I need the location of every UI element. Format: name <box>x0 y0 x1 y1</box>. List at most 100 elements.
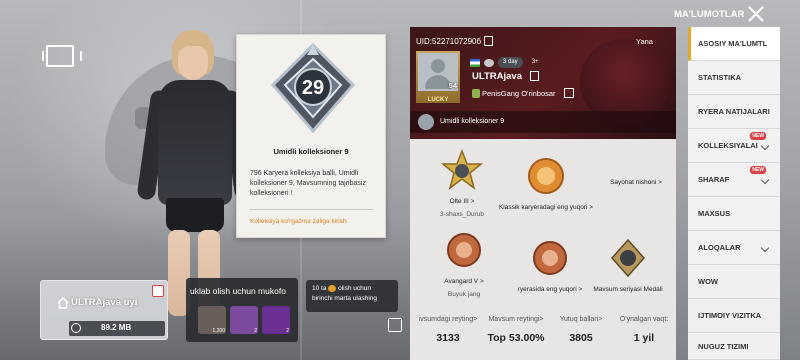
character-shorts <box>166 198 224 232</box>
copy-icon[interactable] <box>484 36 493 46</box>
days-badge: 3 day <box>498 57 523 68</box>
stat-value: 3133 <box>436 332 460 344</box>
chevron-down-icon <box>760 141 770 151</box>
badge-label: Sayohat nishoni > <box>610 179 662 186</box>
edit-icon[interactable] <box>564 88 574 98</box>
page-title: MA'LUMOTLAR <box>674 9 745 20</box>
stat-value: 3805 <box>569 332 593 344</box>
profile-banner: UID:5227107290б Yana 54 LUCKY 3 day 3+ U… <box>410 27 676 139</box>
first-share-text: 10 ta <box>312 285 327 292</box>
stat-label: Yutuq ballari> <box>559 316 603 323</box>
coin-icon <box>328 284 337 292</box>
player-level: 54 <box>448 81 457 90</box>
reward-item-heart[interactable]: 2 <box>262 306 290 334</box>
badge-journey[interactable]: Sayohat nishoni > <box>586 177 686 186</box>
share-icon[interactable] <box>388 318 402 332</box>
sidebar-item-honor[interactable]: SHARAF NEW <box>688 163 780 197</box>
badge-sublabel: Buyuk jang <box>447 291 481 298</box>
badge-season-medal[interactable]: Mavsum seriyasi Medali <box>578 237 678 293</box>
crew-icon <box>472 89 480 98</box>
badge-label: Avangard V > <box>444 278 484 285</box>
badge-label: Klassik karyeradagi eng yuqori > <box>498 204 594 211</box>
orange-emblem-icon <box>528 158 564 194</box>
chevron-down-icon <box>760 175 770 185</box>
stats-row: ivsumdagi reyting> 3133 Mavsum reytingi>… <box>410 314 676 360</box>
sidebar-item-collections[interactable]: KOLLEKSIYALAI NEW <box>688 129 780 163</box>
stat-playtime: O'ynalgan vaqt: 1 yil <box>614 316 674 344</box>
helmet-icon <box>484 58 494 67</box>
character-face <box>178 46 208 80</box>
stat-label: Mavsum reytingi> <box>488 316 544 323</box>
player-character <box>136 30 254 320</box>
medal-level: 29 <box>302 77 324 99</box>
collection-strip[interactable]: Umidli kolleksioner 9 <box>410 111 676 133</box>
first-share-text: birinchi marta ulashing <box>312 295 378 302</box>
bronze-emblem-icon <box>533 241 567 275</box>
crew-name[interactable]: PenisGang O'rinbosar <box>482 89 556 98</box>
sidebar-item-social-card[interactable]: IJTIMOIY VIZITKA <box>688 299 780 333</box>
close-icon[interactable] <box>747 5 765 23</box>
more-dropdown[interactable]: Yana <box>636 37 653 46</box>
sidebar-item-label: RYERA NATIJALARI <box>698 107 770 116</box>
bronze-emblem-icon <box>447 233 481 267</box>
gift-icon[interactable] <box>152 285 164 297</box>
chevron-down-icon <box>760 243 770 253</box>
avatar-frame-label: LUCKY <box>427 97 449 103</box>
reward-item-key[interactable]: 2 <box>230 306 258 334</box>
reward-item-crate[interactable]: 1,200 <box>198 306 226 334</box>
stat-achievement-points[interactable]: Yutuq ballari> 3805 <box>552 316 610 344</box>
player-uid: UID:5227107290б <box>416 37 482 46</box>
player-name: ULTRAjava <box>472 71 522 82</box>
download-icon <box>71 323 81 333</box>
sidebar-item-label: KOLLEKSIYALAI <box>698 141 758 150</box>
sidebar-item-career-results[interactable]: RYERA NATIJALARI <box>688 95 780 129</box>
collector-badge-icon <box>418 114 434 130</box>
sidebar-item-wow[interactable]: WOW <box>688 265 780 299</box>
collection-tooltip: 29 Umidli kolleksioner 9 796 Karyera kol… <box>236 34 386 238</box>
badge-label: Mavsum seriyasi Medali <box>593 286 663 293</box>
download-size: 89.2 MB <box>101 323 132 332</box>
sidebar-item-influence[interactable]: NUGUZ TIZIMI <box>688 333 780 360</box>
stat-season-rank[interactable]: Mavsum reytingi> Top 53.00% <box>482 316 550 344</box>
sidebar: ASOSIY MA'LUMTL STATISTIKA RYERA NATIJAL… <box>688 27 780 360</box>
collection-hall-link[interactable]: Kolleksiya ko'rgazma zaliga kirish <box>250 218 347 225</box>
tooltip-divider <box>249 209 373 210</box>
sidebar-item-label: SHARAF <box>698 175 730 184</box>
reward-count: 1,200 <box>212 328 225 334</box>
collection-label: Umidli kolleksioner 9 <box>440 118 505 125</box>
copy-name-icon[interactable] <box>530 71 539 81</box>
profile-panel: UID:5227107290б Yana 54 LUCKY 3 day 3+ U… <box>410 27 676 360</box>
avatar[interactable]: 54 LUCKY <box>416 51 460 103</box>
stat-label: O'ynalgan vaqt: <box>619 316 669 323</box>
home-card[interactable]: ULTRAjava uyi 89.2 MB <box>40 280 168 340</box>
sidebar-item-label: WOW <box>698 277 718 286</box>
first-share-bubble: 10 ta olish uchun birinchi marta ulashin… <box>306 280 398 312</box>
sidebar-item-label: IJTIMOIY VIZITKA <box>698 311 762 320</box>
sidebar-item-relations[interactable]: ALOQALAR <box>688 231 780 265</box>
badge-classic[interactable]: Klassik karyeradagi eng yuqori > <box>496 155 596 211</box>
first-share-text: olish uchun <box>338 285 371 292</box>
reward-title: uklab olish uchun mukofo <box>190 286 286 296</box>
sidebar-item-label: ASOSIY MA'LUMTL <box>698 39 768 48</box>
new-badge: NEW <box>750 166 766 174</box>
friends-count: 3+ <box>531 59 539 65</box>
stat-season-rating[interactable]: ivsumdagi reyting> 3133 <box>412 316 484 344</box>
share-reward-card[interactable]: uklab olish uchun mukofo 1,200 2 2 <box>186 278 298 342</box>
achievement-badges: Olte III > 3-shaxs_Durub Klassik karyera… <box>410 145 676 313</box>
season-medal-icon <box>610 238 646 278</box>
status-row: 3 day 3+ <box>470 57 544 68</box>
sidebar-item-statistics[interactable]: STATISTIKA <box>688 61 780 95</box>
sidebar-item-label: ALOQALAR <box>698 243 741 252</box>
badge-avangard[interactable]: Avangard V > Buyuk jang <box>414 229 514 298</box>
sidebar-item-basic-info[interactable]: ASOSIY MA'LUMTL <box>688 27 780 61</box>
gold-star-badge-icon <box>440 148 484 190</box>
stat-label: ivsumdagi reyting> <box>418 316 478 323</box>
sidebar-item-special[interactable]: MAXSUS <box>688 197 780 231</box>
sidebar-item-label: MAXSUS <box>698 209 731 218</box>
character-jacket <box>158 80 232 205</box>
fullscreen-icon[interactable] <box>42 45 82 67</box>
new-badge: NEW <box>750 132 766 140</box>
stat-value: Top 53.00% <box>487 332 545 344</box>
flag-icon <box>470 58 480 67</box>
reward-count: 2 <box>254 328 257 334</box>
